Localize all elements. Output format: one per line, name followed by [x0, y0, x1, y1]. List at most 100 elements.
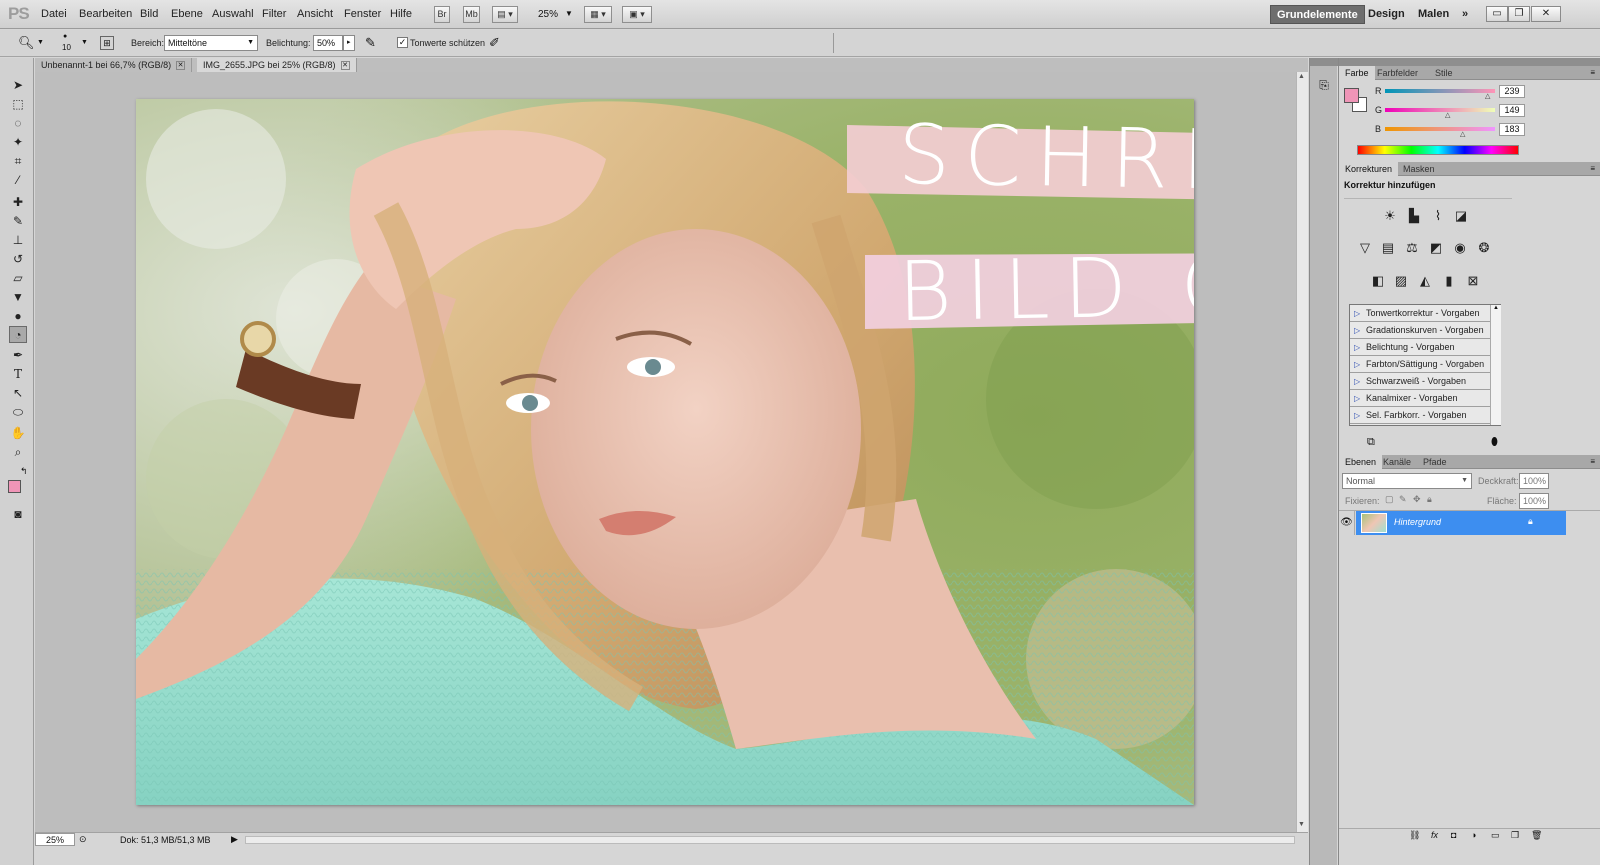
curves-icon[interactable]: ⌇ — [1429, 208, 1447, 224]
document-image[interactable]: SCHRITT 1: BILD ÖFFNEN — [136, 99, 1194, 805]
panel-menu-icon[interactable]: ≡ — [1590, 164, 1595, 173]
selective-color-icon[interactable]: ⊠ — [1464, 273, 1482, 289]
history-panel-icon[interactable]: ⎘ — [1316, 78, 1332, 96]
gradient-map-icon[interactable]: ▮ — [1440, 273, 1458, 289]
collapse-bar[interactable] — [1339, 58, 1600, 66]
chevron-down-icon[interactable]: ▼ — [37, 39, 44, 46]
preset-schwarzweiss[interactable]: Schwarzweiß - Vorgaben — [1350, 373, 1490, 390]
new-layer-icon[interactable]: ❐ — [1511, 830, 1519, 841]
close-icon[interactable]: ✕ — [176, 61, 186, 71]
tab-ebenen[interactable]: Ebenen — [1339, 455, 1383, 469]
eyedropper-icon[interactable]: ⁄ — [9, 172, 27, 189]
channel-mixer-icon[interactable]: ❂ — [1475, 240, 1493, 256]
zoom-tool-icon[interactable]: ⌕ — [9, 444, 27, 461]
invert-icon[interactable]: ◧ — [1369, 273, 1387, 289]
preset-belichtung[interactable]: Belichtung - Vorgaben — [1350, 339, 1490, 356]
preset-sel-farbkorr[interactable]: Sel. Farbkorr. - Vorgaben — [1350, 407, 1490, 424]
bridge-button[interactable]: Br — [434, 6, 450, 23]
healing-brush-icon[interactable]: ✚ — [9, 194, 27, 211]
quick-selection-icon[interactable]: ✦ — [9, 134, 27, 151]
panel-menu-icon[interactable]: ≡ — [1590, 68, 1595, 77]
panel-menu-icon[interactable]: ≡ — [1590, 457, 1595, 466]
deckkraft-input[interactable]: 100% — [1519, 473, 1549, 489]
menu-datei[interactable]: Datei — [41, 8, 67, 20]
type-tool-icon[interactable]: T — [9, 366, 27, 383]
g-value[interactable]: 149 — [1499, 104, 1525, 117]
g-slider-handle[interactable]: △ — [1445, 111, 1450, 119]
flaeche-input[interactable]: 100% — [1519, 493, 1549, 509]
menu-auswahl[interactable]: Auswahl — [212, 8, 254, 20]
tab-farbfelder[interactable]: Farbfelder — [1371, 66, 1424, 80]
presets-scrollbar[interactable]: ▲ — [1490, 305, 1501, 425]
paint-bucket-icon[interactable]: ▼ — [9, 289, 27, 306]
posterize-icon[interactable]: ▨ — [1392, 273, 1410, 289]
vertical-scrollbar[interactable]: ▲ ▼ — [1296, 72, 1308, 832]
tab-farbe[interactable]: Farbe — [1339, 66, 1375, 80]
mini-bridge-button[interactable]: Mb — [463, 6, 480, 23]
scroll-up-icon[interactable]: ▲ — [1298, 73, 1305, 80]
new-adjustment-icon[interactable]: ◑ — [1471, 830, 1476, 840]
layer-row-hintergrund[interactable]: Hintergrund 🔒︎ — [1356, 511, 1566, 535]
pen-tool-icon[interactable]: ✒ — [9, 347, 27, 364]
minimize-icon[interactable]: ▭ — [1486, 6, 1508, 22]
hue-saturation-icon[interactable]: ▤ — [1379, 240, 1397, 256]
scroll-down-icon[interactable]: ▼ — [1298, 821, 1305, 828]
crop-tool-icon[interactable]: ⌗ — [9, 153, 27, 170]
belichtung-slider-toggle[interactable]: ▸ — [343, 35, 355, 51]
levels-icon[interactable]: ▙ — [1405, 208, 1423, 224]
tonwerte-checkbox[interactable]: ✓ — [397, 37, 408, 48]
link-layers-icon[interactable]: ⛓ — [1409, 830, 1420, 841]
b-slider-handle[interactable]: △ — [1460, 130, 1465, 138]
menu-fenster[interactable]: Fenster — [344, 8, 381, 20]
status-info-icon[interactable]: ⊙ — [79, 834, 87, 845]
tab-kanaele[interactable]: Kanäle — [1377, 455, 1417, 469]
dodge-tool-preset-icon[interactable]: 🔍︎ — [18, 35, 35, 51]
brush-panel-icon[interactable]: ⊞ — [100, 36, 114, 50]
preset-gradationskurven[interactable]: Gradationskurven - Vorgaben — [1350, 322, 1490, 339]
tab-korrekturen[interactable]: Korrekturen — [1339, 162, 1399, 176]
status-zoom[interactable]: 25% — [35, 833, 75, 846]
path-selection-icon[interactable]: ↖ — [9, 385, 27, 402]
history-brush-icon[interactable]: ↺ — [9, 251, 27, 268]
r-value[interactable]: 239 — [1499, 85, 1525, 98]
menu-ebene[interactable]: Ebene — [171, 8, 203, 20]
brush-dot-icon[interactable]: ● — [63, 33, 67, 40]
arrange-documents-button[interactable]: ▦ ▾ — [584, 6, 612, 23]
marquee-tool-icon[interactable]: ⬚ — [9, 96, 27, 113]
lasso-tool-icon[interactable]: ◌ — [9, 115, 27, 132]
brightness-icon[interactable]: ☀ — [1381, 208, 1399, 224]
lock-position-icon[interactable]: ✥ — [1413, 494, 1421, 505]
menu-bild[interactable]: Bild — [140, 8, 158, 20]
collapse-bar[interactable] — [1310, 58, 1338, 66]
menu-filter[interactable]: Filter — [262, 8, 286, 20]
photo-filter-icon[interactable]: ◉ — [1451, 240, 1469, 256]
color-foreground-swatch[interactable] — [1344, 88, 1359, 103]
chevron-down-icon[interactable]: ▼ — [81, 39, 88, 46]
vibrance-icon[interactable]: ▽ — [1356, 240, 1374, 256]
brush-tool-icon[interactable]: ✎ — [9, 213, 27, 230]
tab-masken[interactable]: Masken — [1397, 162, 1441, 176]
lock-all-icon[interactable]: 🔒︎ — [1427, 494, 1432, 505]
delete-layer-icon[interactable]: 🗑︎ — [1531, 830, 1542, 841]
adjustment-options-icon[interactable]: ⬮ — [1491, 436, 1498, 449]
fx-icon[interactable]: fx — [1431, 830, 1438, 840]
move-tool-icon[interactable]: ➤ — [9, 77, 27, 94]
pressure-icon[interactable]: ✐ — [489, 35, 500, 51]
menu-bearbeiten[interactable]: Bearbeiten — [79, 8, 132, 20]
zoom-level[interactable]: 25% — [538, 9, 558, 20]
chevron-down-icon[interactable]: ▼ — [565, 9, 573, 18]
workspace-malen[interactable]: Malen — [1412, 5, 1455, 24]
quick-mask-icon[interactable]: ◙ — [9, 506, 27, 523]
blur-tool-icon[interactable]: ● — [9, 308, 27, 325]
workspace-grundelemente[interactable]: Grundelemente — [1270, 5, 1365, 24]
r-slider-handle[interactable]: △ — [1485, 92, 1490, 100]
threshold-icon[interactable]: ◭ — [1416, 273, 1434, 289]
airbrush-icon[interactable]: ✎ — [365, 35, 376, 51]
scroll-up-icon[interactable]: ▲ — [1491, 305, 1501, 311]
tab-img-2655[interactable]: IMG_2655.JPG bei 25% (RGB/8) ✕ — [197, 58, 357, 72]
eraser-tool-icon[interactable]: ▱ — [9, 270, 27, 287]
swap-colors-icon[interactable]: ↰ — [20, 466, 28, 477]
brush-size[interactable]: 10 — [62, 43, 71, 52]
menu-ansicht[interactable]: Ansicht — [297, 8, 333, 20]
preset-kanalmixer[interactable]: Kanalmixer - Vorgaben — [1350, 390, 1490, 407]
